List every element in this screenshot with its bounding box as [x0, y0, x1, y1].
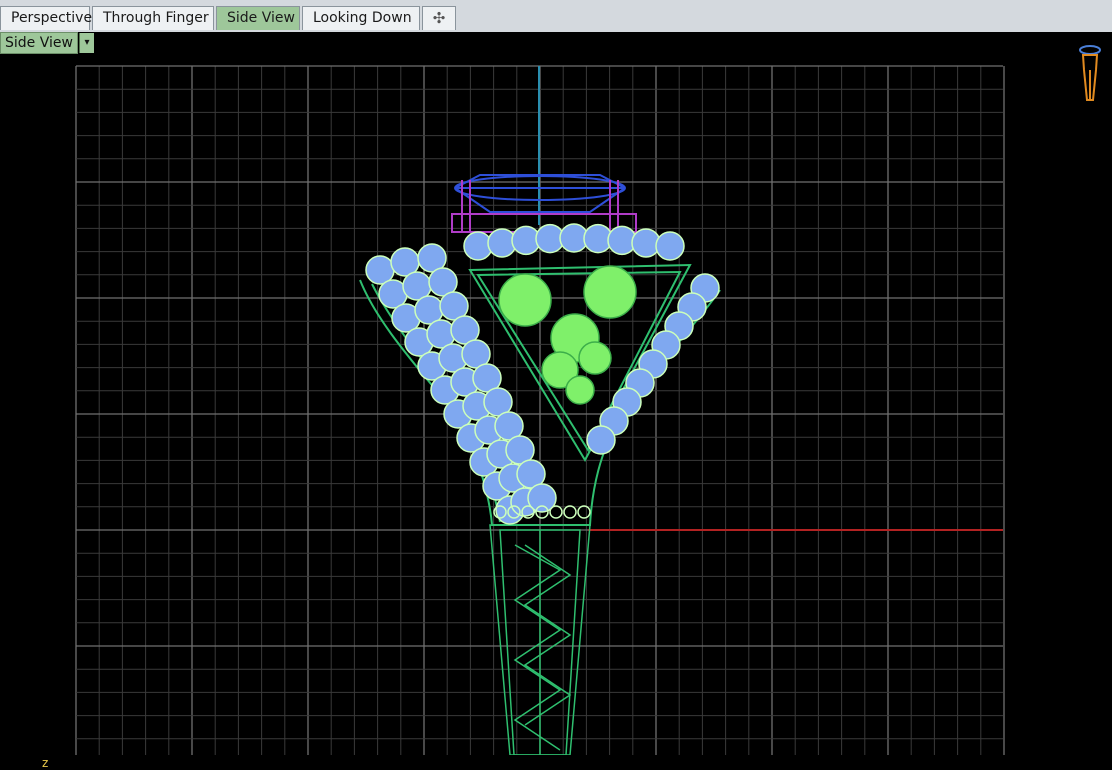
viewport-title-label[interactable]: Side View — [0, 32, 78, 54]
add-tab-button[interactable]: ✣ — [422, 6, 456, 30]
gem-stone — [655, 231, 685, 261]
center-stone-setting — [451, 174, 637, 233]
gem-stone — [565, 375, 595, 405]
viewport-canvas — [75, 45, 1101, 755]
gem-stone — [583, 265, 637, 319]
gem-stone — [498, 273, 552, 327]
viewport-tab-bar: Perspective Through Finger Side View Loo… — [0, 0, 1112, 33]
gem-stone — [563, 505, 577, 519]
ring-shank-wireframe — [489, 524, 591, 755]
tab-looking-down[interactable]: Looking Down — [302, 6, 420, 30]
tab-side-view[interactable]: Side View — [216, 6, 300, 30]
orientation-widget-icon[interactable] — [1079, 45, 1101, 101]
gem-stone — [549, 505, 563, 519]
tab-through-finger[interactable]: Through Finger — [92, 6, 214, 30]
side-view-viewport[interactable]: z — [0, 32, 1112, 770]
gem-stone — [577, 505, 591, 519]
tab-perspective[interactable]: Perspective — [0, 6, 92, 30]
gem-stone — [578, 341, 612, 375]
z-axis-indicator: z — [42, 756, 49, 770]
gem-stone — [586, 425, 616, 455]
viewport-menu-dropdown-icon[interactable]: ▾ — [79, 33, 94, 53]
